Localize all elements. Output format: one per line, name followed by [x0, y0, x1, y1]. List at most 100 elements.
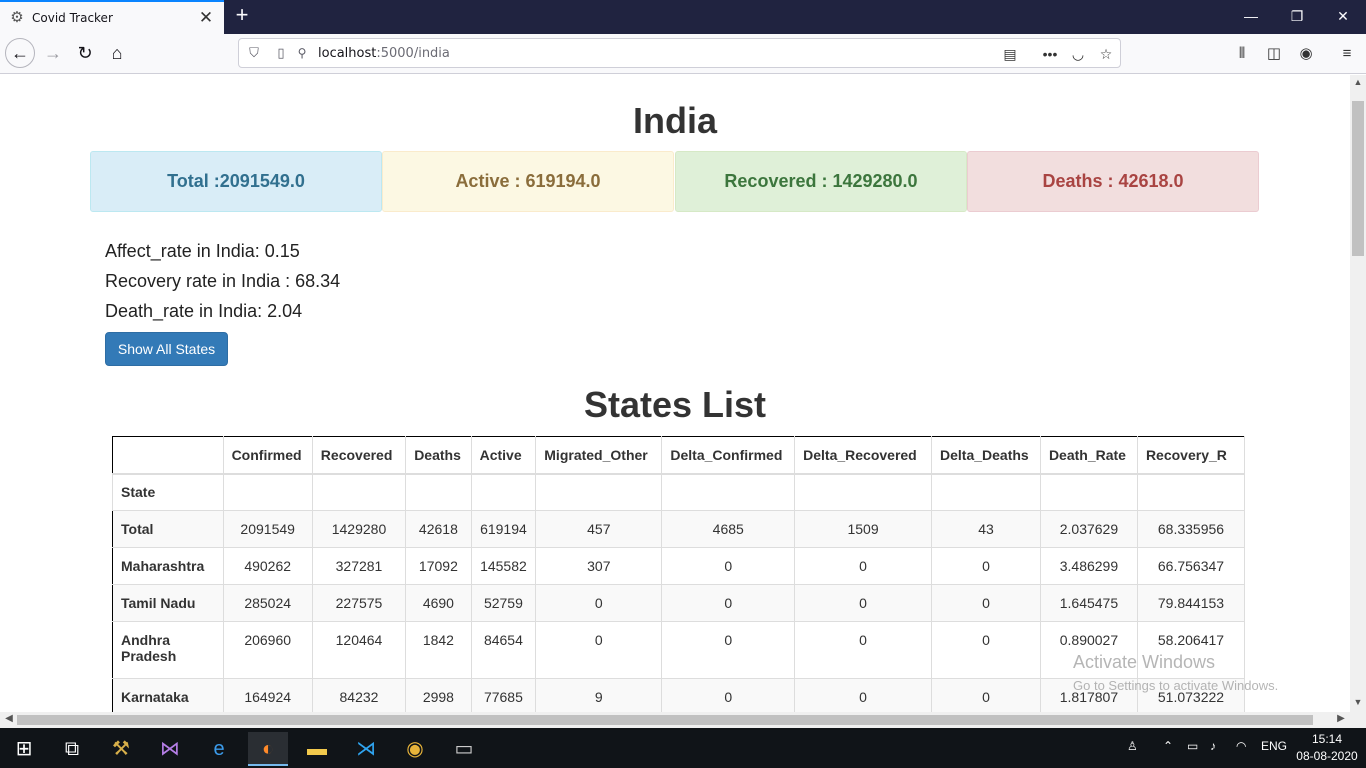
browser-tab[interactable]: ⚙ Covid Tracker ✕ — [0, 0, 224, 34]
state-name-cell: Tamil Nadu — [112, 584, 224, 622]
table-index-row: State — [112, 473, 1245, 511]
table-cell: 3.486299 — [1039, 547, 1138, 585]
table-cell: 77685 — [470, 678, 537, 712]
table-cell: 4685 — [661, 510, 796, 548]
back-icon[interactable]: ← — [5, 38, 35, 68]
visual-studio-icon[interactable]: ⋈ — [150, 732, 190, 766]
table-cell: 17092 — [405, 547, 472, 585]
close-window-icon[interactable]: ✕ — [1320, 0, 1366, 32]
column-header: Recovery_R — [1136, 436, 1245, 475]
permissions-icon[interactable]: ⚲ — [294, 45, 310, 61]
table-cell: 0 — [794, 584, 933, 622]
wifi-icon[interactable]: ◠ — [1236, 739, 1246, 753]
table-cell: 66.756347 — [1136, 547, 1245, 585]
table-cell: 0 — [794, 678, 933, 712]
plus-icon[interactable]: + — [230, 4, 254, 28]
table-cell: 457 — [535, 510, 663, 548]
horizontal-scroll-thumb[interactable] — [17, 715, 1313, 725]
url-host: localhost — [318, 46, 377, 61]
shield-icon[interactable]: ⛉ — [246, 45, 262, 61]
table-cell: 285024 — [222, 584, 313, 622]
clock-time: 15:14 — [1311, 732, 1343, 746]
chrome-icon[interactable]: ◉ — [395, 732, 435, 766]
tools-icon[interactable]: ⚒ — [101, 732, 141, 766]
scroll-right-icon[interactable]: ▶ — [1333, 713, 1349, 724]
scroll-left-icon[interactable]: ◀ — [1, 713, 17, 724]
firefox-icon[interactable]: ◐ — [248, 732, 288, 766]
table-cell: 307 — [535, 547, 663, 585]
state-name-cell: Andhra Pradesh — [112, 621, 224, 679]
table-cell: 1.645475 — [1039, 584, 1138, 622]
bookmark-star-icon[interactable]: ☆ — [1096, 44, 1116, 64]
affect-rate-text: Affect_rate in India: 0.15 — [105, 241, 300, 261]
table-cell: 0 — [661, 547, 796, 585]
table-cell: 9 — [535, 678, 663, 712]
volume-icon[interactable]: ♪ — [1210, 739, 1216, 753]
table-cell: 43 — [931, 510, 1041, 548]
library-icon[interactable]: ⫴ — [1231, 43, 1253, 65]
menu-icon[interactable]: ≡ — [1336, 43, 1358, 65]
table-cell: 227575 — [311, 584, 407, 622]
horizontal-scrollbar[interactable]: ◀ ▶ — [0, 712, 1350, 728]
battery-icon[interactable]: ▭ — [1187, 739, 1198, 753]
minimize-icon[interactable]: — — [1228, 0, 1274, 32]
column-header: Delta_Recovered — [794, 436, 933, 475]
clock-date: 08-08-2020 — [1296, 749, 1358, 763]
sidebar-icon[interactable]: ◫ — [1263, 43, 1285, 65]
close-icon[interactable]: ✕ — [194, 8, 218, 28]
url-text[interactable]: localhost:5000/india — [318, 46, 450, 61]
scroll-down-icon[interactable]: ▼ — [1350, 697, 1366, 707]
reload-icon[interactable]: ↻ — [70, 38, 100, 68]
table-header-row: Confirmed Recovered Deaths Active Migrat… — [112, 436, 1245, 475]
table-cell: 0 — [535, 584, 663, 622]
recovered-card: Recovered : 1429280.0 — [675, 151, 967, 212]
table-cell: 79.844153 — [1136, 584, 1245, 622]
state-name-cell: Maharashtra — [112, 547, 224, 585]
chevron-up-icon[interactable]: ⌃ — [1163, 739, 1173, 753]
table-cell: 0 — [931, 621, 1041, 679]
home-icon[interactable]: ⌂ — [102, 38, 132, 68]
terminal-icon[interactable]: ▭ — [444, 732, 484, 766]
table-cell: 84232 — [311, 678, 407, 712]
system-clock[interactable]: 15:14 08-08-2020 — [1295, 731, 1359, 765]
activate-windows-title: Activate Windows — [1073, 652, 1216, 672]
more-icon[interactable]: ••• — [1040, 44, 1060, 64]
vscode-icon[interactable]: ⋊ — [346, 732, 386, 766]
people-icon[interactable]: ♙ — [1127, 739, 1138, 753]
forward-icon[interactable]: → — [38, 38, 68, 68]
table-cell: 206960 — [222, 621, 313, 679]
task-view-icon[interactable]: ⧉ — [52, 732, 92, 766]
vertical-scrollbar[interactable]: ▲ ▼ — [1350, 75, 1366, 712]
reader-view-icon[interactable]: ▤ — [1000, 44, 1020, 64]
column-header: Active — [470, 436, 537, 475]
table-cell: 619194 — [470, 510, 537, 548]
table-cell: 4690 — [405, 584, 472, 622]
table-cell: 42618 — [405, 510, 472, 548]
navigation-toolbar: ← → ↻ ⌂ ⛉ ▯ ⚲ localhost:5000/india ▤ •••… — [0, 34, 1366, 74]
table-cell: 0 — [931, 547, 1041, 585]
death-rate-text: Death_rate in India: 2.04 — [105, 301, 303, 321]
address-bar[interactable]: ⛉ ▯ ⚲ localhost:5000/india ▤ ••• ◡ ☆ — [238, 38, 1121, 68]
windows-start-icon[interactable]: ⊞ — [4, 732, 44, 766]
states-list-title: States List — [583, 384, 767, 425]
table-cell: 0 — [661, 621, 796, 679]
deaths-card: Deaths : 42618.0 — [967, 151, 1259, 212]
table-cell: 0 — [535, 621, 663, 679]
table-cell: 52759 — [470, 584, 537, 622]
show-all-states-button[interactable]: Show All States — [105, 332, 228, 366]
vertical-scroll-thumb[interactable] — [1352, 101, 1364, 256]
language-indicator[interactable]: ENG — [1261, 739, 1287, 753]
account-icon[interactable]: ◉ — [1295, 43, 1317, 65]
pocket-icon[interactable]: ◡ — [1068, 44, 1088, 64]
column-header: Delta_Deaths — [931, 436, 1041, 475]
scroll-up-icon[interactable]: ▲ — [1350, 77, 1366, 87]
table-cell: 120464 — [311, 621, 407, 679]
edge-icon[interactable]: e — [199, 732, 239, 766]
table-cell: 0 — [794, 547, 933, 585]
column-header: Deaths — [405, 436, 472, 475]
page-icon[interactable]: ▯ — [273, 45, 289, 61]
file-explorer-icon[interactable]: ▬ — [297, 732, 337, 766]
restore-icon[interactable]: ❐ — [1274, 0, 1320, 32]
table-cell: 68.335956 — [1136, 510, 1245, 548]
table-row: Total 2091549 1429280 42618 619194 457 4685 150… — [112, 510, 1245, 548]
